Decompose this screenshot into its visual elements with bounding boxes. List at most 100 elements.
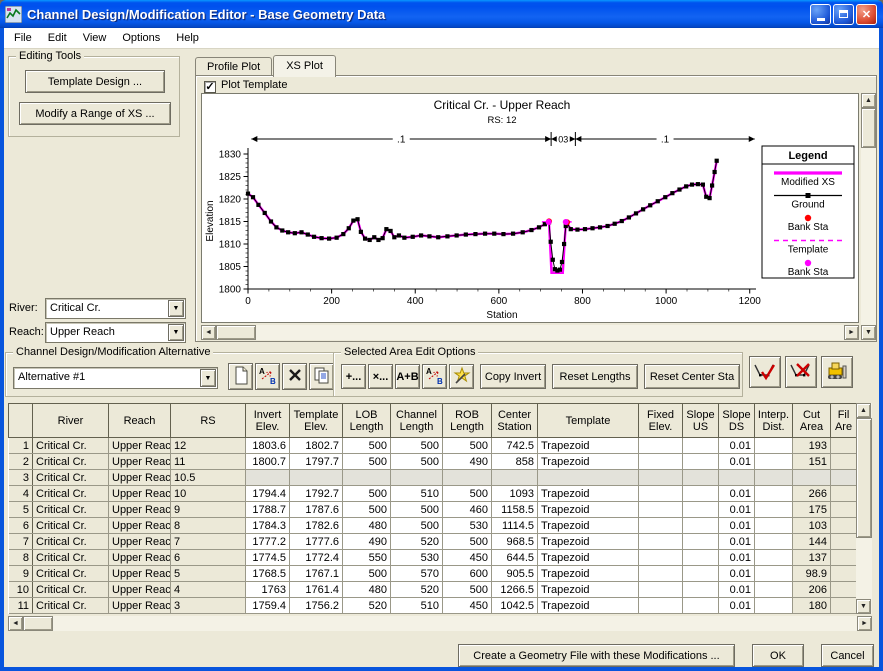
maximize-button[interactable] <box>833 4 854 25</box>
title-bar[interactable]: Channel Design/Modification Editor - Bas… <box>0 0 883 28</box>
table-cell[interactable]: 500 <box>343 454 391 470</box>
scroll-track[interactable] <box>216 325 844 340</box>
menu-edit[interactable]: Edit <box>40 30 75 46</box>
table-cell[interactable]: 1763 <box>246 582 290 598</box>
tab-xs-plot[interactable]: XS Plot <box>273 55 336 77</box>
scroll-arrow-icon[interactable]: ▲ <box>861 93 876 108</box>
table-cell[interactable]: 520 <box>391 582 443 598</box>
table-cell[interactable]: 0.01 <box>719 486 755 502</box>
table-cell[interactable]: 1114.5 <box>492 518 538 534</box>
table-cell[interactable]: 1802.7 <box>290 438 343 454</box>
table-cell[interactable] <box>683 502 719 518</box>
table-cell[interactable]: 1774.5 <box>246 550 290 566</box>
table-cell[interactable]: 500 <box>391 502 443 518</box>
table-cell[interactable] <box>755 550 793 566</box>
table-cell[interactable]: 1794.4 <box>246 486 290 502</box>
table-cell[interactable]: Trapezoid <box>538 518 639 534</box>
table-cell[interactable] <box>755 518 793 534</box>
table-cell[interactable]: 1792.7 <box>290 486 343 502</box>
table-cell[interactable] <box>683 550 719 566</box>
table-cell[interactable]: 0.01 <box>719 566 755 582</box>
table-cell[interactable]: 570 <box>391 566 443 582</box>
table-cell[interactable] <box>639 550 683 566</box>
table-cell[interactable]: 500 <box>343 502 391 518</box>
accept-xs-button[interactable] <box>749 356 781 388</box>
table-cell[interactable] <box>755 598 793 614</box>
table-cell[interactable] <box>755 502 793 518</box>
table-cell[interactable]: 1797.7 <box>290 454 343 470</box>
table-cell[interactable]: Trapezoid <box>538 550 639 566</box>
table-cell[interactable]: Trapezoid <box>538 486 639 502</box>
table-cell[interactable]: 530 <box>443 518 492 534</box>
scroll-arrow-icon[interactable]: ◄ <box>201 325 216 340</box>
table-cell[interactable]: 460 <box>443 502 492 518</box>
table-cell[interactable]: 520 <box>343 598 391 614</box>
table-cell[interactable]: 500 <box>391 454 443 470</box>
table-cell[interactable]: 1788.7 <box>246 502 290 518</box>
table-cell[interactable] <box>639 454 683 470</box>
table-cell[interactable] <box>639 598 683 614</box>
table-cell[interactable] <box>683 582 719 598</box>
table-cell[interactable]: 500 <box>343 566 391 582</box>
alternative-combo-dropdown-icon[interactable]: ▼ <box>200 369 216 387</box>
table-cell[interactable]: 0.01 <box>719 502 755 518</box>
table-cell[interactable] <box>755 582 793 598</box>
table-cell[interactable]: 1803.6 <box>246 438 290 454</box>
table-cell[interactable]: Trapezoid <box>538 502 639 518</box>
menu-options[interactable]: Options <box>114 30 168 46</box>
menu-file[interactable]: File <box>6 30 40 46</box>
cancel-button[interactable]: Cancel <box>821 644 874 667</box>
table-cell[interactable] <box>683 454 719 470</box>
table-horizontal-scrollbar[interactable]: ◄► <box>8 616 872 631</box>
scroll-track[interactable] <box>23 616 857 631</box>
table-cell[interactable]: 1782.6 <box>290 518 343 534</box>
scroll-arrow-icon[interactable]: ▼ <box>861 325 876 340</box>
table-cell[interactable] <box>639 582 683 598</box>
table-cell[interactable]: 450 <box>443 550 492 566</box>
table-cell[interactable]: 450 <box>443 598 492 614</box>
river-combo[interactable]: Critical Cr. ▼ <box>45 298 186 319</box>
menu-view[interactable]: View <box>75 30 115 46</box>
scroll-thumb[interactable] <box>861 108 876 148</box>
rename-ab-button[interactable]: AB <box>422 364 447 389</box>
plot-template-checkbox[interactable]: ✓ <box>204 81 216 93</box>
table-cell[interactable]: 520 <box>391 534 443 550</box>
table-cell[interactable]: Trapezoid <box>538 598 639 614</box>
channel-modification-button[interactable] <box>821 356 853 388</box>
new-alternative-button[interactable] <box>228 363 253 390</box>
scroll-thumb[interactable] <box>856 418 872 538</box>
tab-profile-plot[interactable]: Profile Plot <box>195 57 272 76</box>
table-cell[interactable] <box>683 438 719 454</box>
scroll-thumb[interactable] <box>23 616 53 631</box>
table-cell[interactable]: 0.01 <box>719 582 755 598</box>
table-cell[interactable]: 500 <box>443 582 492 598</box>
table-cell[interactable]: 0.01 <box>719 550 755 566</box>
close-button[interactable]: ✕ <box>856 4 877 25</box>
table-cell[interactable]: 1777.2 <box>246 534 290 550</box>
table-cell[interactable] <box>683 486 719 502</box>
scroll-track[interactable] <box>856 418 872 599</box>
table-cell[interactable]: 600 <box>443 566 492 582</box>
table-cell[interactable]: 1158.5 <box>492 502 538 518</box>
table-cell[interactable]: 1768.5 <box>246 566 290 582</box>
table-cell[interactable]: 0.01 <box>719 438 755 454</box>
reset-center-sta-button[interactable]: Reset Center Sta <box>644 364 740 389</box>
table-cell[interactable] <box>755 486 793 502</box>
table-vertical-scrollbar[interactable]: ▲▼ <box>856 403 872 614</box>
table-cell[interactable] <box>639 438 683 454</box>
delete-alternative-button[interactable] <box>282 363 307 390</box>
table-cell[interactable]: 742.5 <box>492 438 538 454</box>
add-ab-button[interactable]: A+B <box>395 364 420 389</box>
table-cell[interactable]: 490 <box>343 534 391 550</box>
table-cell[interactable] <box>639 518 683 534</box>
table-cell[interactable]: 0.01 <box>719 534 755 550</box>
copy-invert-button[interactable]: Copy Invert <box>480 364 546 389</box>
menu-help[interactable]: Help <box>168 30 207 46</box>
table-cell[interactable] <box>683 566 719 582</box>
table-cell[interactable]: 1759.4 <box>246 598 290 614</box>
table-cell[interactable] <box>755 454 793 470</box>
add-constant-button[interactable]: +... <box>341 364 366 389</box>
scroll-arrow-icon[interactable]: ► <box>844 325 859 340</box>
copy-alternative-button[interactable] <box>309 363 334 390</box>
table-cell[interactable]: 0.01 <box>719 454 755 470</box>
